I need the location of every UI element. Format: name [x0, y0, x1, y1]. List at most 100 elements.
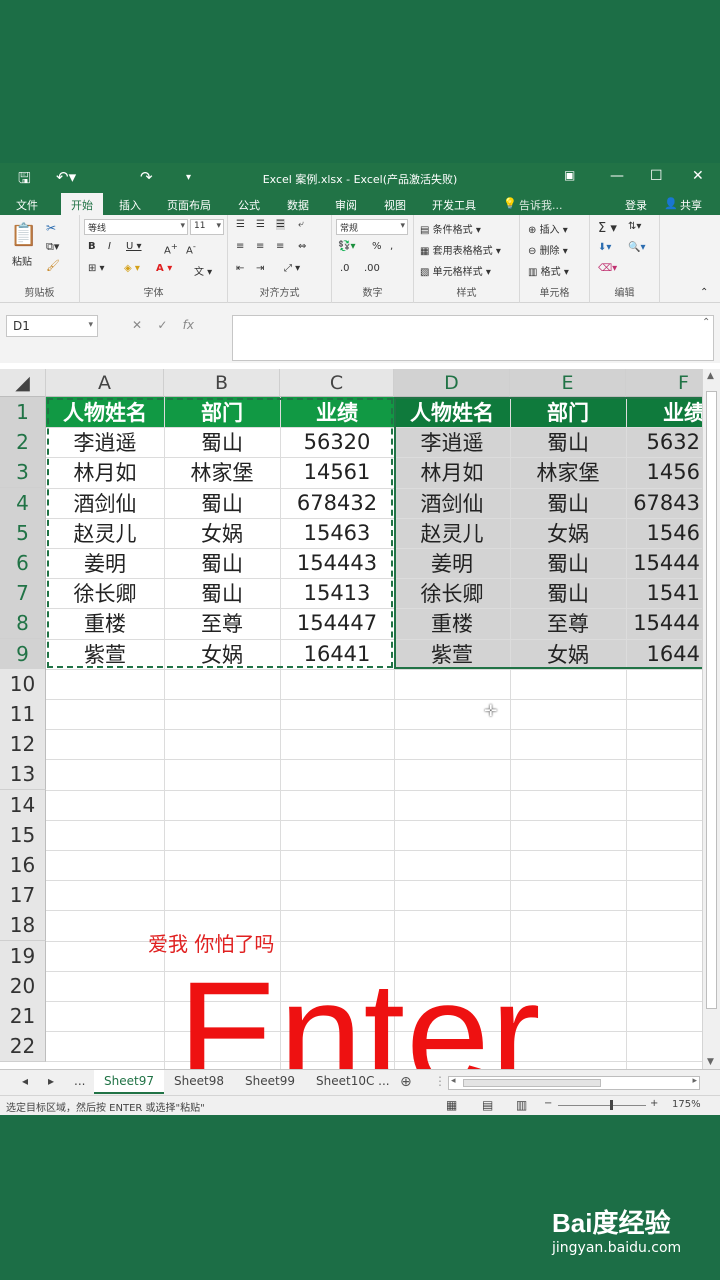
- autosum-icon[interactable]: Σ ▾: [598, 221, 617, 236]
- comma-icon[interactable]: ,: [390, 241, 393, 252]
- paste-button[interactable]: 粘贴: [12, 253, 32, 268]
- vertical-scrollbar[interactable]: ▲ ▼: [702, 369, 720, 1069]
- page-break-view-icon[interactable]: ▥: [516, 1098, 527, 1112]
- column-header-f[interactable]: F: [626, 369, 702, 397]
- row-header[interactable]: 15: [0, 820, 46, 851]
- sheet-tab-100[interactable]: Sheet10C ...: [306, 1070, 400, 1094]
- cancel-icon[interactable]: ✕: [132, 318, 142, 332]
- sheet-tab-98[interactable]: Sheet98: [164, 1070, 234, 1094]
- row-header[interactable]: 12: [0, 729, 46, 760]
- zoom-level[interactable]: 175%: [672, 1099, 701, 1110]
- row-header[interactable]: 22: [0, 1031, 46, 1062]
- fill-icon[interactable]: ⬇▾: [598, 242, 611, 253]
- column-header-d[interactable]: D: [394, 369, 510, 397]
- fill-color-icon[interactable]: ◈ ▾: [124, 263, 140, 274]
- percent-icon[interactable]: %: [372, 241, 382, 252]
- font-name-select[interactable]: 等线: [84, 219, 188, 235]
- collapse-ribbon-icon[interactable]: ⌃: [700, 287, 708, 298]
- paste-icon[interactable]: 📋: [10, 223, 37, 248]
- more-sheets-left[interactable]: ...: [64, 1070, 95, 1094]
- increase-decimal-icon[interactable]: .0: [340, 263, 350, 274]
- tell-me-input[interactable]: 告诉我...: [519, 197, 563, 213]
- zoom-in-icon[interactable]: +: [650, 1098, 658, 1109]
- column-header-e[interactable]: E: [510, 369, 626, 397]
- horizontal-scrollbar[interactable]: ◂ ▸: [448, 1076, 700, 1090]
- conditional-format-button[interactable]: ▤ 条件格式 ▾: [420, 221, 481, 236]
- tab-data[interactable]: 数据: [287, 197, 309, 213]
- row-header[interactable]: 4: [0, 488, 46, 519]
- column-header-c[interactable]: C: [280, 369, 394, 397]
- tab-formulas[interactable]: 公式: [238, 197, 260, 213]
- ribbon-display-icon[interactable]: ▣: [564, 168, 575, 182]
- minimize-icon[interactable]: —: [610, 168, 624, 184]
- format-cells-button[interactable]: ▥ 格式 ▾: [528, 263, 569, 278]
- share-icon[interactable]: 👤: [664, 197, 678, 210]
- row-header[interactable]: 3: [0, 457, 46, 488]
- vertical-scroll-thumb[interactable]: [706, 391, 717, 1009]
- merge-center-icon[interactable]: ⇔: [298, 241, 306, 252]
- copy-icon[interactable]: ⧉▾: [46, 240, 59, 254]
- underline-button[interactable]: U ▾: [126, 241, 142, 252]
- row-header[interactable]: 8: [0, 608, 46, 639]
- scroll-right-icon[interactable]: ▸: [692, 1076, 697, 1086]
- prev-sheet-icon[interactable]: ◂: [10, 1070, 38, 1094]
- row-header[interactable]: 11: [0, 699, 46, 730]
- increase-font-icon[interactable]: A+: [164, 241, 178, 256]
- add-sheet-icon[interactable]: ⊕: [390, 1070, 422, 1094]
- format-as-table-button[interactable]: ▦ 套用表格格式 ▾: [420, 242, 501, 257]
- align-center-icon[interactable]: ≡: [256, 241, 264, 252]
- cut-icon[interactable]: ✂: [46, 221, 56, 235]
- row-header[interactable]: 20: [0, 971, 46, 1002]
- row-header[interactable]: 13: [0, 759, 46, 790]
- wrap-text-icon[interactable]: ⤶: [298, 219, 304, 230]
- scroll-up-icon[interactable]: ▲: [707, 371, 714, 381]
- sort-filter-icon[interactable]: ⇅▾: [628, 221, 641, 232]
- decrease-indent-icon[interactable]: ⇤: [236, 263, 244, 274]
- tab-view[interactable]: 视图: [384, 197, 406, 213]
- normal-view-icon[interactable]: ▦: [446, 1098, 457, 1112]
- phonetic-icon[interactable]: 文 ▾: [194, 263, 212, 278]
- row-header[interactable]: 16: [0, 850, 46, 881]
- align-bottom-icon[interactable]: ☰: [276, 219, 285, 230]
- column-header-b[interactable]: B: [164, 369, 280, 397]
- row-header[interactable]: 7: [0, 578, 46, 609]
- clear-icon[interactable]: ⌫▾: [598, 263, 617, 274]
- spreadsheet-grid[interactable]: ◢ A B C D E F 1 2 3 4 5 6 7 8 9 10 11 12 13 14 15 16 17 18 19 20 2…: [0, 369, 702, 1069]
- currency-icon[interactable]: 💱▾: [338, 241, 355, 252]
- increase-indent-icon[interactable]: ⇥: [256, 263, 264, 274]
- tab-file[interactable]: 文件: [16, 197, 38, 213]
- formula-input[interactable]: [232, 315, 714, 361]
- row-header[interactable]: 1: [0, 397, 46, 428]
- cell-styles-button[interactable]: ▧ 单元格样式 ▾: [420, 263, 491, 278]
- tab-home[interactable]: 开始: [61, 193, 103, 215]
- italic-button[interactable]: I: [108, 241, 111, 252]
- scroll-left-icon[interactable]: ◂: [451, 1076, 456, 1086]
- row-header[interactable]: 19: [0, 941, 46, 972]
- align-middle-icon[interactable]: ☰: [256, 219, 265, 230]
- tab-developer[interactable]: 开发工具: [432, 197, 476, 213]
- row-header[interactable]: 2: [0, 427, 46, 458]
- insert-cells-button[interactable]: ⊕ 插入 ▾: [528, 221, 568, 236]
- tab-page-layout[interactable]: 页面布局: [167, 197, 211, 213]
- decrease-decimal-icon[interactable]: .00: [364, 263, 380, 274]
- login-link[interactable]: 登录: [625, 197, 647, 213]
- sheet-tab-99[interactable]: Sheet99: [235, 1070, 305, 1094]
- row-header[interactable]: 9: [0, 639, 46, 670]
- bold-button[interactable]: B: [88, 241, 96, 252]
- align-top-icon[interactable]: ☰: [236, 219, 245, 230]
- font-size-select[interactable]: 11: [190, 219, 224, 235]
- scroll-down-icon[interactable]: ▼: [707, 1057, 714, 1067]
- row-header[interactable]: 14: [0, 790, 46, 821]
- maximize-icon[interactable]: ☐: [650, 168, 663, 184]
- zoom-out-icon[interactable]: −: [544, 1098, 552, 1109]
- delete-cells-button[interactable]: ⊖ 删除 ▾: [528, 242, 568, 257]
- zoom-slider-thumb[interactable]: [610, 1100, 613, 1110]
- decrease-font-icon[interactable]: A-: [186, 241, 196, 256]
- row-header[interactable]: 18: [0, 910, 46, 941]
- row-header[interactable]: 21: [0, 1001, 46, 1032]
- row-header[interactable]: 6: [0, 548, 46, 579]
- name-box[interactable]: D1: [6, 315, 98, 337]
- row-header[interactable]: 17: [0, 880, 46, 911]
- share-button[interactable]: 共享: [680, 197, 702, 213]
- expand-formula-icon[interactable]: ⌃: [702, 317, 710, 328]
